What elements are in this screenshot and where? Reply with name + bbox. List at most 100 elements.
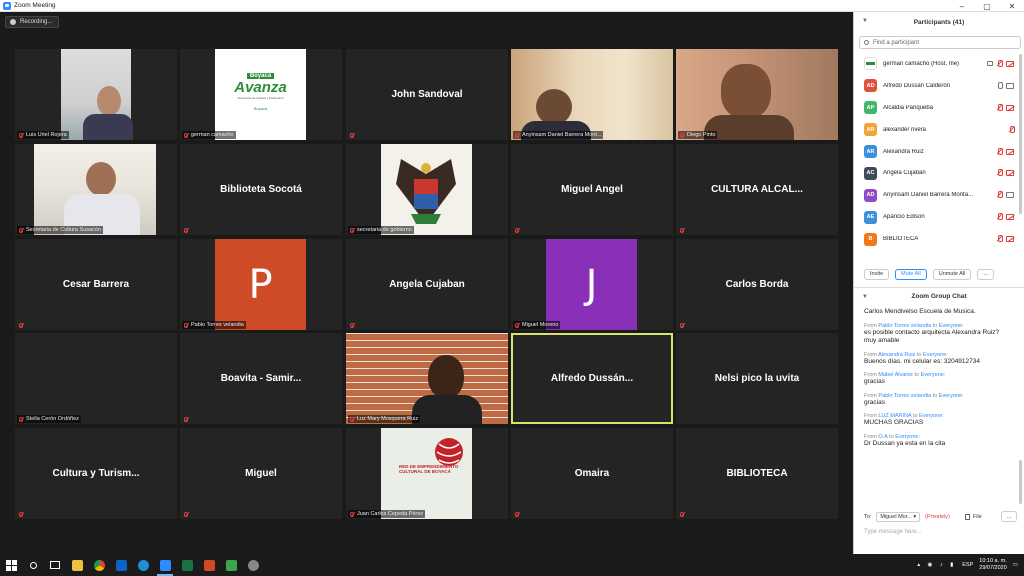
video-icon[interactable]	[1006, 192, 1014, 199]
app-icon[interactable]	[220, 554, 242, 576]
participant-status	[182, 227, 193, 234]
search-icon[interactable]	[22, 554, 44, 576]
participant-list: german camacho (Host, me) AD Alfredo Dus…	[854, 53, 1024, 250]
muted-mic-icon	[184, 132, 188, 138]
video-tile[interactable]: secretaria de gobierno	[346, 144, 508, 235]
screen-icon	[987, 61, 993, 66]
file-explorer-icon[interactable]	[66, 554, 88, 576]
participant-avatar: AP	[864, 101, 877, 115]
participant-status	[348, 132, 359, 139]
start-button[interactable]	[0, 554, 22, 576]
muted-mic-icon[interactable]	[997, 103, 1003, 111]
participant-row[interactable]: AR Alexandra Ruiz	[854, 141, 1024, 163]
video-tile[interactable]: Omaira	[511, 428, 673, 519]
video-off-icon[interactable]	[1006, 148, 1014, 155]
clock[interactable]: 10:10 a. m. 29/07/2020	[979, 558, 1007, 572]
participant-row[interactable]: B BIBLIOTECA	[854, 228, 1024, 250]
video-tile[interactable]: Boavita - Samir...	[180, 333, 342, 424]
video-tile[interactable]: RED DE EMPRENDIMIENTO CULTURAL DE BOYACÁ…	[346, 428, 508, 519]
muted-mic-icon[interactable]	[997, 235, 1003, 243]
video-tile[interactable]: Miguel	[180, 428, 342, 519]
video-icon[interactable]	[1006, 82, 1014, 89]
active-speaker-tile[interactable]: Alfredo Dussán...	[511, 333, 673, 424]
participant-row[interactable]: AD Anyinsam Daniel Barrera Monta...	[854, 184, 1024, 206]
video-tile[interactable]: Secretaria de Cultura Susacón	[15, 144, 177, 235]
muted-mic-icon	[680, 323, 684, 328]
video-tile[interactable]: CULTURA ALCAL...	[676, 144, 838, 235]
chat-scrollbar[interactable]	[1019, 460, 1022, 504]
participant-row[interactable]: german camacho (Host, me)	[854, 53, 1024, 75]
unmute-all-button[interactable]: Unmute All	[932, 268, 972, 280]
participants-header: ▼ Participants (41)	[854, 12, 1024, 32]
chat-message: From O.A to Everyone: Dr Dussan ya esta …	[864, 433, 946, 447]
muted-mic-icon[interactable]	[997, 147, 1003, 155]
video-tile[interactable]: Miguel Angel	[511, 144, 673, 235]
app-icon[interactable]	[242, 554, 264, 576]
video-tile[interactable]: Cultura y Turism...	[15, 428, 177, 519]
video-tile[interactable]: Boyacá Avanza Secretaría de Cultura y Pa…	[180, 49, 342, 140]
chrome-icon[interactable]	[88, 554, 110, 576]
tray-icons[interactable]: ▴ ◉ ♪ ▮	[917, 562, 956, 568]
video-tile[interactable]: Angela Cujaban	[346, 239, 508, 330]
mail-icon[interactable]	[110, 554, 132, 576]
participant-row[interactable]: AD Alfredo Dussán Calderón	[854, 75, 1024, 97]
minimize-button[interactable]: –	[952, 0, 972, 12]
recipient-dropdown[interactable]: Miguel Mor... ▾	[876, 511, 921, 522]
muted-mic-icon[interactable]	[997, 169, 1003, 177]
participant-avatar: AD	[864, 188, 877, 202]
video-tile[interactable]: P Pablo Torres velandia	[180, 239, 342, 330]
chat-input[interactable]: Type message here...	[864, 529, 922, 535]
video-off-icon[interactable]	[1006, 104, 1014, 111]
video-tile[interactable]: Luz Mary Mosquera Ruiz	[346, 333, 508, 424]
powerpoint-icon[interactable]	[198, 554, 220, 576]
chat-more-button[interactable]: ...	[1000, 511, 1018, 522]
participant-status	[513, 227, 524, 234]
participant-status	[348, 322, 359, 329]
excel-icon[interactable]	[176, 554, 198, 576]
search-icon	[864, 40, 869, 45]
video-tile[interactable]: Stella Cerón Ordóñez	[15, 333, 177, 424]
video-tile[interactable]: Nelsi pico la uvita	[676, 333, 838, 424]
video-tile[interactable]: Biblioteta Socotá	[180, 144, 342, 235]
more-button[interactable]: ...	[977, 268, 994, 280]
muted-mic-icon[interactable]	[997, 60, 1003, 67]
participant-row[interactable]: AC Angela Cujaban	[854, 162, 1024, 184]
mute-all-button[interactable]: Mute All	[895, 268, 927, 280]
muted-mic-icon[interactable]	[997, 213, 1003, 221]
invite-button[interactable]: Invite	[864, 268, 890, 280]
mic-icon[interactable]	[997, 81, 1003, 89]
participant-row[interactable]: AR alexander rivera	[854, 119, 1024, 141]
video-off-icon[interactable]	[1006, 61, 1014, 67]
video-off-icon[interactable]	[1006, 236, 1014, 243]
video-tile[interactable]: Diego Pinto	[676, 49, 838, 140]
muted-mic-icon	[515, 322, 519, 328]
collapse-chevron-icon[interactable]: ▼	[862, 294, 868, 300]
notifications-icon[interactable]: ▭	[1013, 562, 1018, 568]
zoom-taskbar-icon[interactable]	[154, 554, 176, 576]
language-indicator[interactable]: ESP	[962, 562, 973, 568]
file-button[interactable]: File	[964, 513, 982, 520]
close-button[interactable]: ✕	[1002, 0, 1022, 12]
zoom-logo-icon	[3, 1, 11, 10]
video-tile[interactable]: J Miguel Moreno	[511, 239, 673, 330]
video-tile[interactable]: Luis Uriel Rojera	[15, 49, 177, 140]
participant-row[interactable]: AP Alcaldia Panqueba	[854, 97, 1024, 119]
video-tile[interactable]: Cesar Barrera	[15, 239, 177, 330]
task-view-icon[interactable]	[44, 554, 66, 576]
muted-mic-icon[interactable]	[997, 191, 1003, 199]
video-tile[interactable]: John Sandoval	[346, 49, 508, 140]
recording-indicator[interactable]: Recording...	[5, 16, 60, 28]
video-tile[interactable]: BIBLIOTECA	[676, 428, 838, 519]
muted-mic-icon[interactable]	[1009, 125, 1015, 133]
video-off-icon[interactable]	[1006, 170, 1014, 177]
participants-scrollbar[interactable]	[1019, 54, 1022, 214]
edge-icon[interactable]	[132, 554, 154, 576]
participant-search[interactable]: Find a participant	[859, 36, 1021, 49]
maximize-button[interactable]: ▢	[977, 0, 997, 12]
video-tile[interactable]: Anyinsam Daniel Barrera Mont...	[511, 49, 673, 140]
collapse-chevron-icon[interactable]: ▼	[862, 18, 868, 24]
video-off-icon[interactable]	[1006, 214, 1014, 221]
boyaca-avatar	[864, 57, 877, 71]
video-tile[interactable]: Carlos Borda	[676, 239, 838, 330]
participant-row[interactable]: AE Aparicio Edison	[854, 206, 1024, 228]
